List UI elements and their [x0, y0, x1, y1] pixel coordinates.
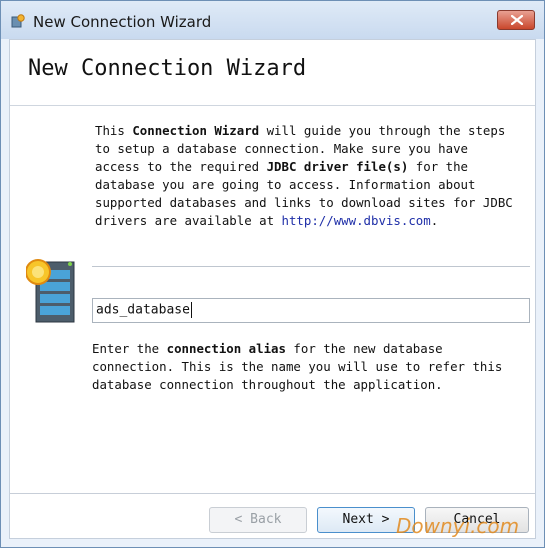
intro-text: This Connection Wizard will guide you th…: [95, 122, 520, 230]
alias-help-bold: connection alias: [166, 341, 286, 356]
connection-alias-input[interactable]: ads_database: [92, 298, 530, 323]
footer-divider: [10, 493, 535, 494]
close-button[interactable]: [497, 10, 535, 30]
wizard-window: New Connection Wizard New Connection Wiz…: [0, 0, 545, 548]
wizard-content: New Connection Wizard This Connection Wi…: [9, 39, 536, 539]
alias-help-text: Enter the connection alias for the new d…: [92, 340, 532, 394]
watermark: Downyi.com: [396, 514, 520, 538]
database-server-icon: [26, 259, 75, 323]
intro-bold-jdbc: JDBC driver file(s): [266, 159, 409, 174]
title-bar[interactable]: New Connection Wizard: [1, 1, 544, 39]
app-icon: [11, 14, 25, 28]
back-button[interactable]: < Back: [209, 507, 307, 533]
window-title: New Connection Wizard: [33, 13, 212, 31]
header-divider: [10, 105, 535, 106]
alias-value: ads_database: [96, 302, 190, 318]
close-icon: [511, 15, 523, 25]
text-caret: [190, 302, 192, 318]
dbvis-link[interactable]: http://www.dbvis.com: [282, 213, 431, 228]
intro-text-4: .: [430, 213, 439, 228]
intro-text-1: This: [95, 123, 133, 138]
intro-bold-wizard: Connection Wizard: [132, 123, 260, 138]
page-title: New Connection Wizard: [28, 56, 307, 81]
section-divider: [92, 266, 530, 267]
alias-help-1: Enter the: [92, 341, 167, 356]
